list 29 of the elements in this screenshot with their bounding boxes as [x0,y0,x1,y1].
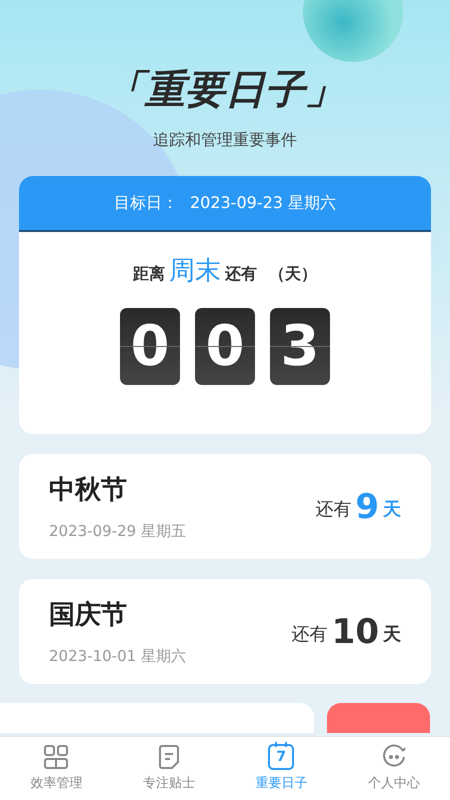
days-prefix: 还有 [315,498,352,522]
tab[interactable]: 效率管理 [0,737,112,800]
flip-digit: 0 [120,308,180,385]
days-count: 10 [332,612,379,652]
tab[interactable]: 个人中心 [338,737,450,800]
grid-icon [43,744,70,770]
target-label: 目标日： [114,192,178,214]
page-subtitle: 追踪和管理重要事件 [153,129,297,151]
target-date: 2023-09-23 星期六 [190,192,336,214]
page-title: 「重要日子」 [105,66,345,115]
countdown-suffix: 还有 [225,263,257,285]
event-date: 2023-10-01 星期六 [49,646,186,667]
flip-digit: 3 [270,308,330,385]
event-date: 2023-09-29 星期五 [49,520,186,542]
flip-digit: 0 [195,308,255,385]
countdown-unit: （天） [269,263,317,285]
days-unit: 天 [383,622,401,646]
tab[interactable]: 专注贴士 [112,737,225,800]
days-unit: 天 [383,498,401,522]
days-prefix: 还有 [292,622,328,646]
countdown-event: 周末 [169,256,221,286]
tab[interactable]: 7 重要日子 [225,737,338,800]
calendar-icon: 7 [268,744,294,770]
event-card[interactable]: 中秋节 2023-09-29 星期五 还有 9 天 [19,454,431,559]
countdown-prefix: 距离 [133,263,165,285]
days-count: 9 [355,486,379,526]
event-card[interactable]: 国庆节 2023-10-01 星期六 还有 10 天 [19,579,431,684]
event-name: 国庆节 [49,598,128,632]
event-name: 中秋节 [49,474,128,507]
